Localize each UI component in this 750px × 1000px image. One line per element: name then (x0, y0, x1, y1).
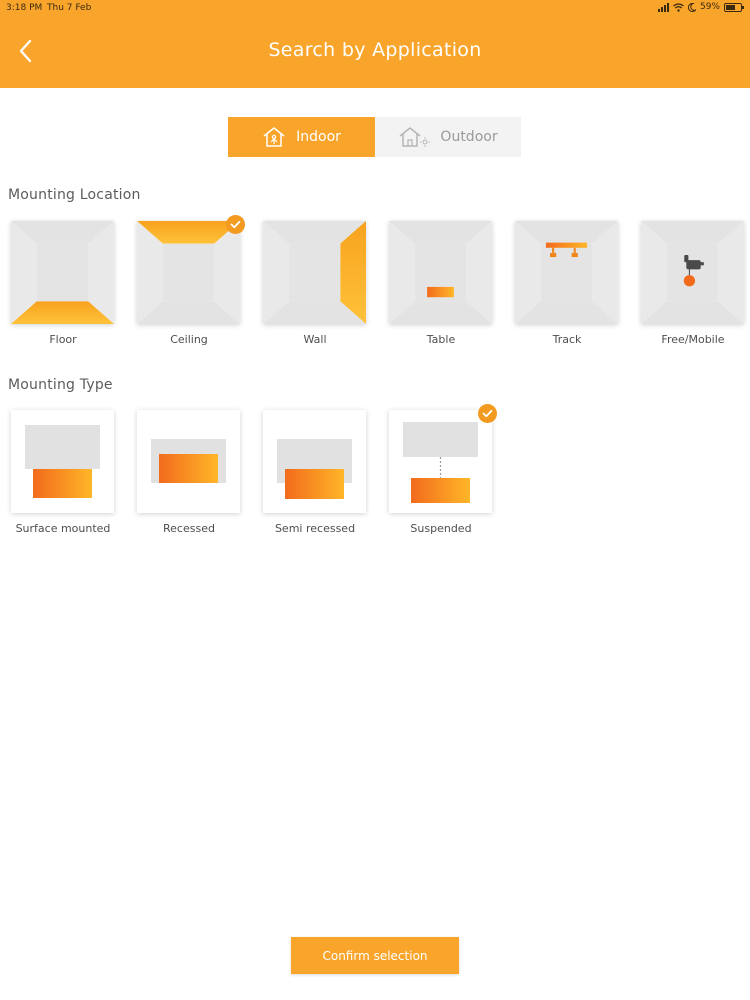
outdoor-toggle[interactable]: Outdoor (375, 117, 521, 157)
moon-icon (687, 2, 696, 12)
location-table-tile[interactable] (389, 221, 492, 324)
indoor-toggle[interactable]: Indoor (228, 117, 375, 157)
location-wall-label: Wall (303, 333, 327, 346)
location-floor-tile[interactable] (11, 221, 114, 324)
location-ceiling-tile[interactable] (137, 221, 240, 324)
location-free-mobile-tile[interactable] (641, 221, 744, 324)
track-room-icon (515, 221, 618, 324)
location-track-tile[interactable] (515, 221, 618, 324)
battery-percent: 59% (699, 2, 720, 12)
surface-mounted-icon (25, 425, 100, 498)
location-free-mobile-label: Free/Mobile (661, 333, 725, 346)
floor-room-icon (11, 221, 114, 324)
location-floor-label: Floor (49, 333, 77, 346)
location-track-label: Track (552, 333, 582, 346)
checkmark-icon (478, 404, 497, 423)
wifi-icon (673, 2, 684, 12)
type-suspended-label: Suspended (410, 522, 472, 535)
status-indicators: 59% (657, 2, 744, 12)
type-surface-mounted-tile[interactable] (11, 410, 114, 513)
status-bar: 3:18 PM Thu 7 Feb 59% (0, 0, 750, 16)
wall-room-icon (263, 221, 366, 324)
app-header: 3:18 PM Thu 7 Feb 59% Search by Applicat… (0, 0, 750, 88)
free-mobile-room-icon (641, 221, 744, 324)
confirm-selection-button[interactable]: Confirm selection (291, 937, 459, 974)
checkmark-icon (226, 215, 245, 234)
indoor-house-icon (263, 127, 285, 147)
location-wall-tile[interactable] (263, 221, 366, 324)
type-recessed-tile[interactable] (137, 410, 240, 513)
type-surface-mounted-label: Surface mounted (15, 522, 111, 535)
mounting-type-title: Mounting Type (8, 377, 113, 393)
type-semi-recessed-tile[interactable] (263, 410, 366, 513)
status-time: 3:18 PM (6, 3, 43, 13)
outdoor-house-icon (399, 127, 431, 147)
indoor-label: Indoor (296, 129, 341, 145)
semi-recessed-icon (277, 439, 352, 499)
battery-icon (724, 2, 744, 12)
mounting-location-title: Mounting Location (8, 187, 141, 203)
suspended-icon (403, 422, 478, 503)
status-date: Thu 7 Feb (47, 3, 92, 13)
outdoor-label: Outdoor (440, 129, 498, 145)
location-table-label: Table (426, 333, 456, 346)
table-room-icon (389, 221, 492, 324)
location-ceiling-label: Ceiling (170, 333, 208, 346)
ceiling-room-icon (137, 221, 240, 324)
type-semi-recessed-label: Semi recessed (274, 522, 356, 535)
type-suspended-tile[interactable] (389, 410, 492, 513)
signal-icon (657, 2, 669, 12)
type-recessed-label: Recessed (163, 522, 215, 535)
page-title: Search by Application (268, 39, 482, 61)
recessed-icon (151, 439, 226, 483)
